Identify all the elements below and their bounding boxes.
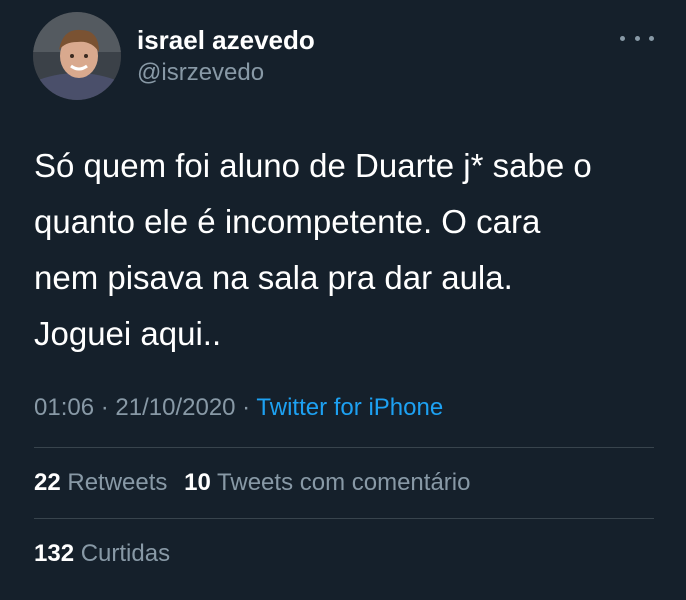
divider (34, 447, 654, 448)
tweet-source-link[interactable]: Twitter for iPhone (256, 394, 443, 421)
tweet-text: Só quem foi aluno de Duarte j* sabe o qu… (34, 138, 654, 362)
profile-photo-icon (33, 12, 121, 100)
likes-stat[interactable]: 132 Curtidas (34, 540, 170, 567)
avatar[interactable] (33, 12, 121, 100)
quote-tweets-stat[interactable]: 10 Tweets com comentário (184, 469, 470, 496)
tweet-metadata: 01:06 · 21/10/2020 · Twitter for iPhone (34, 390, 443, 426)
more-dot (649, 35, 654, 41)
divider (34, 518, 654, 519)
retweets-label: Retweets (67, 469, 168, 496)
more-dot (634, 35, 640, 41)
more-options-icon[interactable] (620, 28, 654, 48)
retweets-count: 22 (34, 469, 61, 496)
meta-separator: · (235, 394, 257, 421)
tweet-text-line: nem pisava na sala pra dar aula. (34, 259, 513, 296)
tweet-text-line: quanto ele é incompetente. O cara (34, 203, 541, 240)
tweet-time[interactable]: 01:06 (34, 394, 94, 421)
meta-separator: · (94, 394, 116, 421)
more-dot (620, 35, 625, 41)
likes-label: Curtidas (80, 540, 171, 567)
retweets-stat[interactable]: 22 Retweets (34, 469, 167, 496)
user-handle[interactable]: @isrzevedo (137, 58, 264, 88)
quote-tweets-label: Tweets com comentário (217, 469, 471, 496)
quote-tweets-count: 10 (184, 469, 211, 496)
engagement-stats-row: 22 Retweets 10 Tweets com comentário (34, 466, 480, 500)
display-name[interactable]: israel azevedo (137, 24, 315, 56)
tweet-detail-screen: israel azevedo @isrzevedo Só quem foi al… (0, 0, 686, 600)
likes-count: 132 (34, 540, 75, 567)
tweet-text-line: Só quem foi aluno de Duarte j* sabe o (34, 147, 592, 184)
likes-stats-row: 132 Curtidas (34, 537, 180, 571)
tweet-date[interactable]: 21/10/2020 (115, 394, 235, 421)
tweet-text-line: Joguei aqui.. (34, 315, 222, 352)
